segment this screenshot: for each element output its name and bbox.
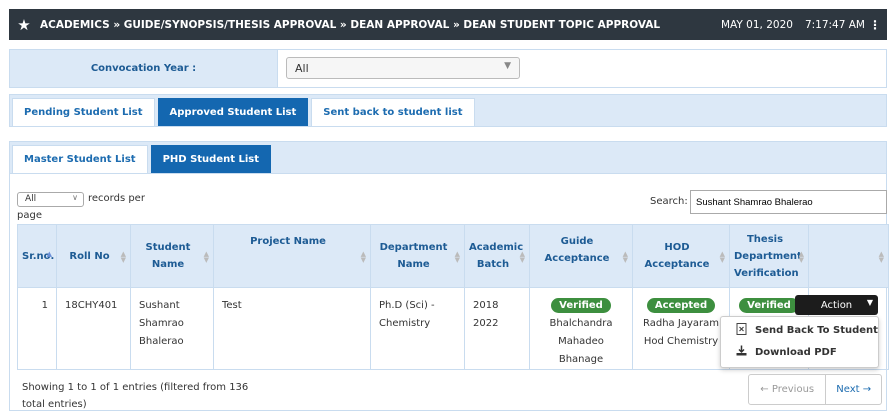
tab-sent-back-to-student-list[interactable]: Sent back to student list xyxy=(311,98,475,126)
column-header-srno[interactable]: Sr.no. ▲ xyxy=(17,224,57,288)
more-vertical-icon[interactable]: ⋮ xyxy=(869,18,881,32)
cell-department: Ph.D (Sci) - Chemistry xyxy=(370,287,465,370)
cell-srno: 1 xyxy=(17,287,57,370)
table-info: Showing 1 to 1 of 1 entries (filtered fr… xyxy=(22,382,249,410)
table-header-row: Sr.no. ▲ Roll No ▲ ▼ Student Name ▲ ▼ Project… xyxy=(17,224,889,288)
file-x-icon xyxy=(735,323,747,338)
action-button-label: Action xyxy=(820,299,853,311)
chevron-down-icon: ∨ xyxy=(72,193,78,202)
sort-icon: ▲ ▼ xyxy=(519,250,525,264)
column-label: Thesis Department Verification xyxy=(734,233,802,279)
column-header-thesis-verification[interactable]: Thesis Department Verification ▲ ▼ xyxy=(729,224,809,288)
column-label: Student Name xyxy=(145,242,191,270)
convocation-year-label: Convocation Year : xyxy=(10,50,278,87)
star-icon[interactable]: ★ xyxy=(14,16,34,34)
chevron-down-icon: ▼ xyxy=(504,61,511,71)
menu-item-send-back-to-student[interactable]: Send Back To Student xyxy=(735,323,878,338)
guide-name: Bhalchandra Mahadeo Bhanage xyxy=(549,318,613,365)
sort-icon: ▲ ▼ xyxy=(719,250,725,264)
column-header-project-name[interactable]: Project Name ▲ ▼ xyxy=(213,224,371,288)
cell-project-name: Test xyxy=(213,287,371,370)
action-button[interactable]: Action ▼ xyxy=(795,295,878,315)
column-header-student-name[interactable]: Student Name ▲ ▼ xyxy=(130,224,214,288)
cell-rollno: 18CHY401 xyxy=(56,287,131,370)
column-header-action[interactable]: ▲ ▼ xyxy=(808,224,889,288)
header-date: MAY 01, 2020 xyxy=(721,18,793,31)
status-badge: Verified xyxy=(551,298,611,313)
cell-batch: 2018 2022 xyxy=(464,287,530,370)
action-dropdown-menu: Send Back To Student Download PDF xyxy=(720,316,879,368)
page-label: page xyxy=(17,210,42,221)
next-page-button[interactable]: Next → xyxy=(826,375,881,404)
records-per-label: records per xyxy=(88,193,145,204)
column-label: Academic Batch xyxy=(469,242,524,270)
column-label: Guide Acceptance xyxy=(544,236,610,264)
sort-icon: ▲ ▼ xyxy=(454,250,460,264)
filter-bar: Convocation Year : All ▼ xyxy=(9,49,887,88)
sort-icon: ▲ ▼ xyxy=(798,250,804,264)
pagination: ← Previous Next → xyxy=(748,374,882,405)
column-label: Department Name xyxy=(379,242,448,270)
search-label: Search: xyxy=(650,196,688,207)
convocation-year-value: All xyxy=(295,62,309,75)
records-per-page-value: All xyxy=(25,194,37,204)
hod-name: Radha Jayaram Hod Chemistry xyxy=(643,318,719,347)
cell-hod-acceptance: Accepted Radha Jayaram Hod Chemistry xyxy=(632,287,730,370)
cell-guide-acceptance: Verified Bhalchandra Mahadeo Bhanage xyxy=(529,287,633,370)
menu-item-label: Download PDF xyxy=(755,346,837,358)
sort-icon: ▲ ▼ xyxy=(622,250,628,264)
previous-page-button[interactable]: ← Previous xyxy=(749,375,827,404)
sort-icon: ▲ ▼ xyxy=(360,250,366,264)
tab-master-student-list[interactable]: Master Student List xyxy=(12,145,148,173)
column-header-rollno[interactable]: Roll No ▲ ▼ xyxy=(56,224,131,288)
records-per-page-select[interactable]: All ∨ xyxy=(17,192,84,207)
column-header-academic-batch[interactable]: Academic Batch ▲ ▼ xyxy=(464,224,530,288)
column-label: Roll No xyxy=(69,250,110,262)
convocation-year-select[interactable]: All ▼ xyxy=(286,57,520,79)
status-badge: Accepted xyxy=(646,298,716,313)
tab-phd-student-list[interactable]: PHD Student List xyxy=(150,145,272,173)
tab-approved-student-list[interactable]: Approved Student List xyxy=(157,98,309,126)
primary-tabs: Pending Student List Approved Student Li… xyxy=(9,94,887,127)
menu-item-label: Send Back To Student xyxy=(755,325,878,336)
header-time: 7:17:47 AM xyxy=(804,18,865,31)
caret-down-icon: ▼ xyxy=(866,298,873,307)
breadcrumb: ACADEMICS » GUIDE/SYNOPSIS/THESIS APPROV… xyxy=(40,18,661,31)
cell-student-name: Sushant Shamrao Bhalerao xyxy=(130,287,214,370)
menu-item-download-pdf[interactable]: Download PDF xyxy=(735,345,837,359)
sort-icon: ▲ ▼ xyxy=(203,250,209,264)
sort-icon: ▲ ▼ xyxy=(878,250,884,264)
sort-asc-icon: ▲ xyxy=(46,250,52,258)
column-label: HOD Acceptance xyxy=(644,242,710,270)
secondary-tabs: Master Student List PHD Student List xyxy=(9,141,887,174)
column-label: Project Name xyxy=(250,236,326,247)
sort-icon: ▲ ▼ xyxy=(120,250,126,264)
search-input[interactable] xyxy=(690,190,887,214)
top-header-bar: ★ ACADEMICS » GUIDE/SYNOPSIS/THESIS APPR… xyxy=(9,9,887,40)
tab-pending-student-list[interactable]: Pending Student List xyxy=(12,98,155,126)
download-icon xyxy=(735,345,747,359)
column-header-guide-acceptance[interactable]: Guide Acceptance ▲ ▼ xyxy=(529,224,633,288)
status-badge: Verified xyxy=(739,298,799,313)
column-header-hod-acceptance[interactable]: HOD Acceptance ▲ ▼ xyxy=(632,224,730,288)
column-header-department-name[interactable]: Department Name ▲ ▼ xyxy=(370,224,465,288)
